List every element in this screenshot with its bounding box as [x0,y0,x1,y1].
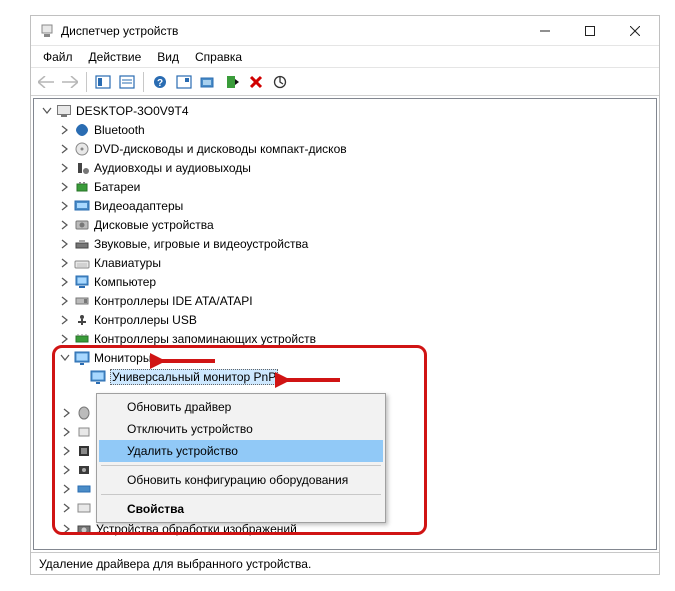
ctx-disable-device[interactable]: Отключить устройство [99,418,383,440]
svg-text:?: ? [157,78,163,89]
nav-forward-button[interactable] [59,71,81,93]
tree-category[interactable]: Звуковые, игровые и видеоустройства [34,234,656,253]
help-button[interactable]: ? [149,71,171,93]
category-label: Видеоадаптеры [94,199,183,213]
device-category-icon [74,293,90,309]
category-label: Bluetooth [94,123,145,137]
category-label: Контроллеры запоминающих устройств [94,332,316,346]
window-controls [522,17,657,45]
tree-category[interactable]: Дисковые устройства [34,215,656,234]
menu-help[interactable]: Справка [187,48,250,66]
expander-icon[interactable] [40,104,54,118]
tree-category[interactable]: Контроллеры USB [34,310,656,329]
status-text: Удаление драйвера для выбранного устройс… [39,557,311,571]
device-category-icon [74,141,90,157]
maximize-button[interactable] [567,17,612,45]
show-hidden-button[interactable] [92,71,114,93]
expander-icon[interactable] [58,161,72,175]
root-label: DESKTOP-3O0V9T4 [76,104,189,118]
category-label: Дисковые устройства [94,218,214,232]
device-category-icon [74,160,90,176]
titlebar: Диспетчер устройств [31,16,659,46]
menubar: Файл Действие Вид Справка [31,46,659,68]
tree-category[interactable]: Батареи [34,177,656,196]
expander-icon[interactable] [58,237,72,251]
device-category-icon [74,312,90,328]
tree-category[interactable]: Аудиовходы и аудиовыходы [34,158,656,177]
menu-action[interactable]: Действие [81,48,150,66]
expander-icon[interactable] [58,218,72,232]
tree-category[interactable]: DVD-дисководы и дисководы компакт-дисков [34,139,656,158]
tree-root[interactable]: DESKTOP-3O0V9T4 [34,101,656,120]
tree-category[interactable]: Клавиатуры [34,253,656,272]
ctx-uninstall-device[interactable]: Удалить устройство [99,440,383,462]
ctx-separator [101,465,381,466]
menu-file[interactable]: Файл [35,48,81,66]
expander-icon[interactable] [58,275,72,289]
app-icon [39,23,55,39]
computer-icon [56,103,72,119]
expander-icon[interactable] [58,180,72,194]
menu-view[interactable]: Вид [149,48,187,66]
nav-back-button[interactable] [35,71,57,93]
device-category-icon [74,255,90,271]
expander-icon[interactable] [58,123,72,137]
ctx-scan-hardware[interactable]: Обновить конфигурацию оборудования [99,469,383,491]
tree-category[interactable]: Компьютер [34,272,656,291]
tree-category[interactable]: Bluetooth [34,120,656,139]
refresh-button[interactable] [269,71,291,93]
expander-icon[interactable] [58,294,72,308]
toolbar: ? [31,68,659,96]
category-label: Клавиатуры [94,256,161,270]
statusbar: Удаление драйвера для выбранного устройс… [31,552,659,574]
category-label: DVD-дисководы и дисководы компакт-дисков [94,142,347,156]
category-label: Звуковые, игровые и видеоустройства [94,237,308,251]
expander-icon[interactable] [58,313,72,327]
ctx-update-driver[interactable]: Обновить драйвер [99,396,383,418]
device-category-icon [74,236,90,252]
toolbar-separator [143,72,144,92]
expander-icon[interactable] [58,199,72,213]
properties-button[interactable] [116,71,138,93]
enable-device-button[interactable] [221,71,243,93]
update-driver-button[interactable] [197,71,219,93]
category-label: Аудиовходы и аудиовыходы [94,161,251,175]
device-category-icon [74,217,90,233]
tree-category[interactable]: Контроллеры IDE ATA/ATAPI [34,291,656,310]
device-category-icon [74,179,90,195]
category-label: Контроллеры IDE ATA/ATAPI [94,294,253,308]
expander-icon[interactable] [58,142,72,156]
scan-hardware-button[interactable] [173,71,195,93]
toolbar-separator [86,72,87,92]
context-menu: Обновить драйвер Отключить устройство Уд… [96,393,386,523]
ctx-separator [101,494,381,495]
device-category-icon [74,274,90,290]
ctx-properties[interactable]: Свойства [99,498,383,520]
category-label: Компьютер [94,275,156,289]
uninstall-device-button[interactable] [245,71,267,93]
category-label: Контроллеры USB [94,313,197,327]
category-label: Батареи [94,180,140,194]
close-button[interactable] [612,17,657,45]
window-title: Диспетчер устройств [61,24,522,38]
device-category-icon [74,122,90,138]
tree-category[interactable]: Видеоадаптеры [34,196,656,215]
expander-icon[interactable] [58,332,72,346]
minimize-button[interactable] [522,17,567,45]
expander-icon[interactable] [58,256,72,270]
device-category-icon [74,198,90,214]
